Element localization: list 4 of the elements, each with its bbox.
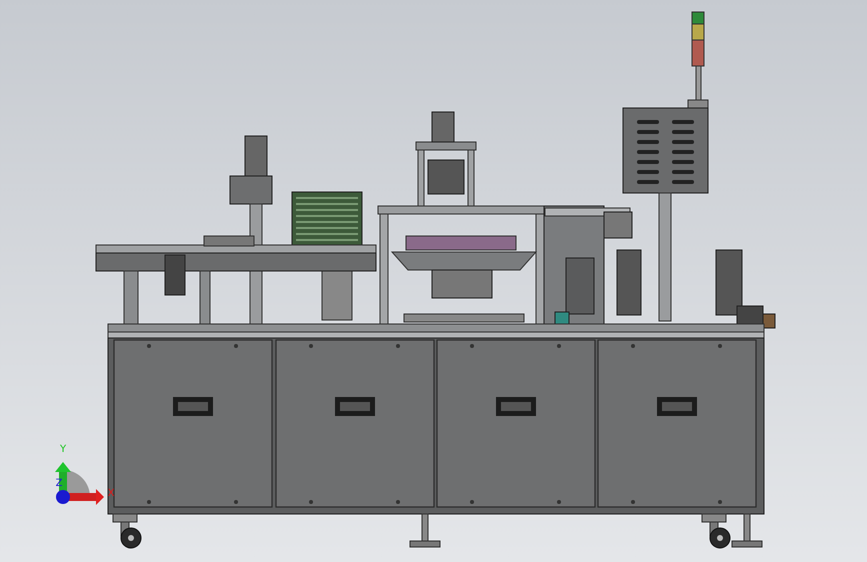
axis-label: Z — [56, 478, 62, 489]
axis-triad-icon — [55, 462, 104, 505]
axis-label: X — [108, 488, 114, 499]
axis-label: Y — [60, 444, 66, 455]
